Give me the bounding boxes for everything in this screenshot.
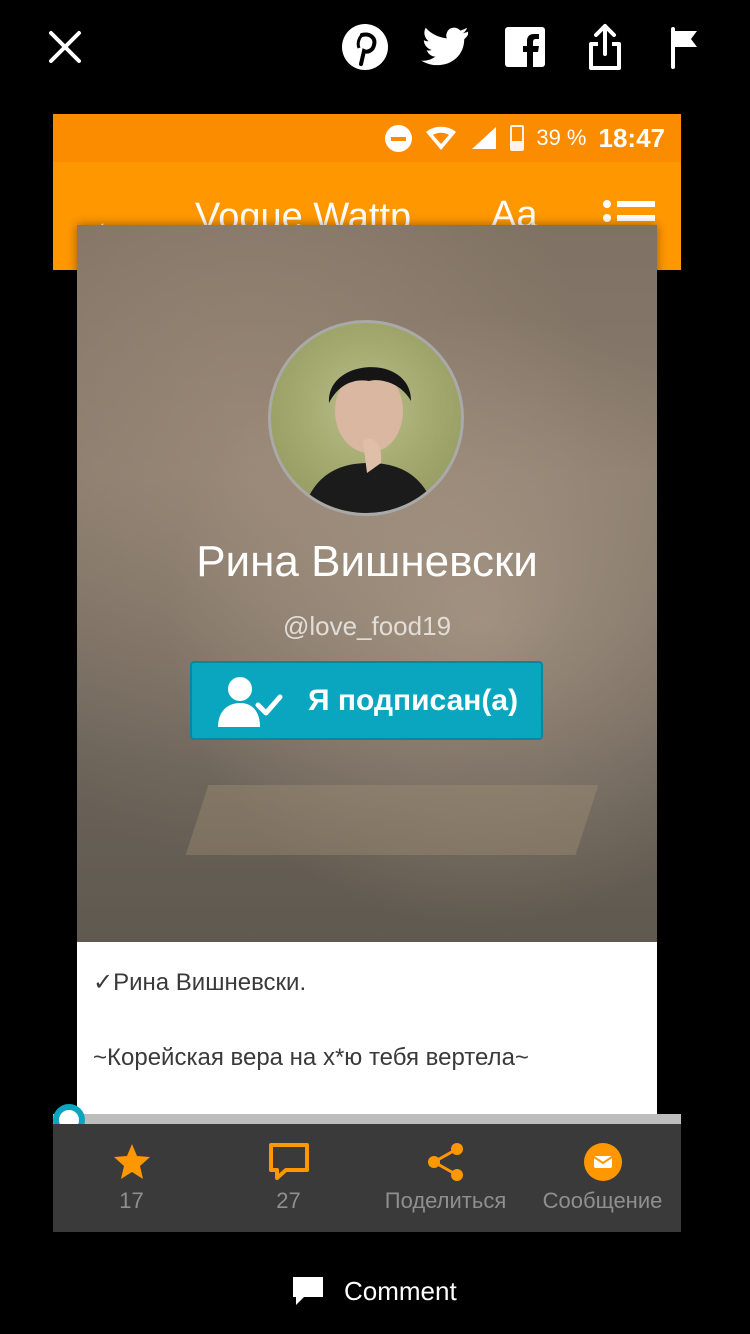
star-icon — [113, 1144, 150, 1179]
do-not-disturb-icon — [385, 124, 413, 152]
clock: 18:47 — [598, 122, 666, 153]
comment-button[interactable]: Comment — [290, 1268, 457, 1314]
comment-count: 27 — [276, 1188, 301, 1213]
message-label: Сообщение — [542, 1188, 663, 1213]
twitter-icon[interactable] — [420, 22, 470, 72]
flag-icon[interactable] — [660, 22, 710, 72]
message-button[interactable]: Сообщение — [524, 1124, 681, 1232]
comment-label: Comment — [344, 1275, 457, 1306]
avatar[interactable] — [268, 320, 464, 516]
bio-line: ✓Рина Вишневски. — [93, 969, 307, 996]
story-screenshot: 39 % 18:47 ← Vogue Wattp Aa Рина Вишневс… — [53, 114, 681, 1232]
bio-line: ~Корейская вера на х*ю тебя вертела~ — [93, 1044, 529, 1071]
facebook-icon[interactable] — [500, 22, 550, 72]
battery-level: 39 % — [536, 125, 587, 150]
vote-button[interactable]: 17 — [53, 1124, 210, 1232]
envelope-icon — [583, 1143, 622, 1181]
vote-count: 17 — [119, 1188, 144, 1213]
follow-label: Я подписан(а) — [308, 683, 519, 717]
share-label: Поделиться — [384, 1188, 507, 1213]
profile-handle: @love_food19 — [282, 611, 452, 641]
cover-decoration — [185, 785, 599, 855]
signal-icon — [472, 127, 497, 149]
comment-bubble-icon — [268, 1143, 309, 1180]
profile-card: Рина Вишневски @love_food19 Я подписан(а… — [77, 225, 657, 1121]
viewer-toolbar — [0, 0, 750, 95]
wifi-icon — [426, 126, 457, 150]
profile-bio: ✓Рина Вишневски. ~Корейская вера на х*ю … — [77, 942, 657, 1121]
reading-progress-track — [53, 1114, 681, 1124]
share-icon — [427, 1143, 463, 1181]
comment-icon — [293, 1277, 323, 1305]
profile-name: Рина Вишневски — [196, 537, 538, 586]
user-check-icon — [218, 676, 283, 727]
comments-button[interactable]: 27 — [210, 1124, 367, 1232]
battery-icon — [510, 125, 525, 151]
status-bar: 39 % 18:47 — [53, 114, 681, 162]
share-button[interactable]: Поделиться — [367, 1124, 524, 1232]
close-icon[interactable] — [40, 22, 90, 72]
pinterest-icon[interactable] — [340, 22, 390, 72]
follow-button[interactable]: Я подписан(а) — [190, 661, 543, 740]
share-upload-icon[interactable] — [580, 22, 630, 72]
story-action-bar: 17 27 Поделиться Сообщение — [53, 1124, 681, 1232]
